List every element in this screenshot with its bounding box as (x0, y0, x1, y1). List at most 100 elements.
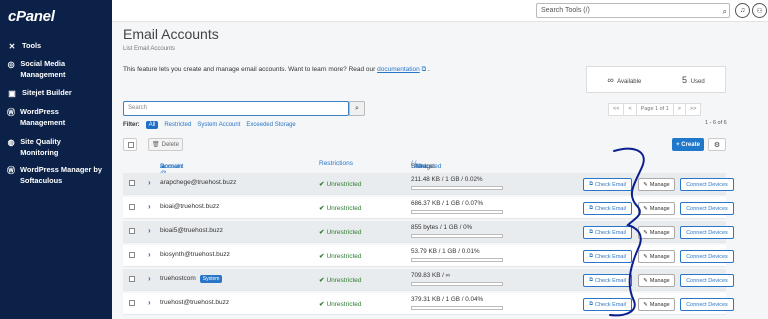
check-email-button[interactable]: ⧉ Check Email (583, 226, 632, 239)
check-icon: ✔ (319, 253, 325, 260)
cpanel-logo[interactable]: cPanel (8, 8, 55, 25)
row-checkbox[interactable] (129, 180, 135, 186)
wrench-icon: ✎ (643, 181, 648, 188)
filter-all[interactable]: All (145, 121, 159, 129)
restriction-status: ✔ Unrestricted (319, 253, 362, 260)
expand-chevron-icon[interactable]: › (148, 274, 151, 283)
account-stats: ∞ Available 5 Used (586, 66, 726, 93)
filter-label: Filter: (123, 122, 140, 128)
storage-usage: 53.79 KB / 1 GB / 0.01% (411, 248, 480, 255)
connect-devices-button[interactable]: Connect Devices (680, 202, 734, 215)
connect-devices-button[interactable]: Connect Devices (680, 178, 734, 191)
account-name: biosynth@truehost.buzz (160, 251, 230, 258)
table-row: › bioai5@truehost.buzz ✔ Unrestricted 855… (123, 221, 734, 243)
search-button[interactable]: ⌕ (349, 101, 365, 116)
table-row: › bioai@truehost.buzz ✔ Unrestricted 686.… (123, 197, 734, 219)
page-select[interactable]: Page 1 of 1 (635, 103, 674, 116)
create-button[interactable]: + Create (672, 138, 704, 151)
sidebar-item-wordpress-manager[interactable]: Ⓦ WordPress Manager by Softaculous (7, 164, 111, 186)
account-name: bioai5@truehost.buzz (160, 227, 223, 234)
wrench-icon: ✎ (643, 205, 648, 212)
sidebar-item-tools[interactable]: ✕ Tools (7, 40, 42, 51)
storage-progress-bar (411, 234, 503, 238)
connect-devices-button[interactable]: Connect Devices (680, 298, 734, 311)
manage-button[interactable]: ✎ Manage (638, 202, 675, 215)
storage-progress-bar (411, 210, 503, 214)
page-title: Email Accounts (123, 26, 219, 42)
external-link-icon: ⧉ (589, 181, 594, 187)
manage-button[interactable]: ✎ Manage (638, 226, 675, 239)
storage-progress-bar (411, 306, 503, 310)
delete-button[interactable]: 🗑 Delete (148, 138, 183, 151)
check-email-button[interactable]: ⧉ Check Email (583, 250, 632, 263)
connect-devices-button[interactable]: Connect Devices (680, 226, 734, 239)
connect-devices-button[interactable]: Connect Devices (680, 274, 734, 287)
manage-button[interactable]: ✎ Manage (638, 274, 675, 287)
first-page-button[interactable]: << (608, 103, 625, 116)
column-header-storage[interactable]: Storage: Used / Allocated / % (411, 160, 441, 170)
storage-usage: 379.31 KB / 1 GB / 0.04% (411, 296, 484, 303)
storage-usage: 211.48 KB / 1 GB / 0.02% (411, 176, 483, 183)
expand-chevron-icon[interactable]: › (148, 298, 151, 307)
filter-restricted[interactable]: Restricted (164, 122, 191, 128)
table-row: › truehost@truehost.buzz ✔ Unrestricted 3… (123, 293, 734, 315)
table-row: › arapchege@truehost.buzz ✔ Unrestricted … (123, 173, 734, 195)
storage-usage: 709.83 KB / ∞ (411, 272, 451, 279)
sidebar-item-sitejet[interactable]: ▣ Sitejet Builder (7, 87, 72, 98)
main-content: Search Tools (/) ⌕ ♫ ⚇ Email Accounts Li… (112, 0, 768, 319)
breadcrumb: List Email Accounts (123, 46, 176, 52)
intro-text: This feature lets you create and manage … (123, 66, 430, 73)
check-icon: ✔ (319, 301, 325, 308)
external-link-icon: ⧉ (589, 253, 594, 259)
sidebar-item-label: WordPress Management (20, 107, 66, 127)
site-quality-icon: ◍ (7, 137, 15, 147)
sidebar-item-label: Tools (22, 41, 42, 50)
manage-button[interactable]: ✎ Manage (638, 250, 675, 263)
search-icon: ⌕ (722, 7, 727, 16)
external-link-icon: ⧉ (589, 301, 594, 307)
row-checkbox[interactable] (129, 276, 135, 282)
sidebar-item-wordpress-management[interactable]: Ⓦ WordPress Management (7, 106, 87, 128)
expand-chevron-icon[interactable]: › (148, 250, 151, 259)
tools-icon: ✕ (8, 41, 16, 51)
expand-chevron-icon[interactable]: › (148, 202, 151, 211)
documentation-link[interactable]: documentation (377, 66, 420, 73)
table-row: › truehostcom System ✔ Unrestricted 709.83… (123, 269, 734, 291)
check-email-button[interactable]: ⧉ Check Email (583, 178, 632, 191)
account-name: truehostcom System (160, 275, 223, 283)
notifications-icon[interactable]: ♫ (735, 3, 750, 18)
sidebar-item-site-quality[interactable]: ◍ Site Quality Monitoring (7, 136, 87, 158)
user-icon[interactable]: ⚇ (752, 3, 767, 18)
connect-devices-button[interactable]: Connect Devices (680, 250, 734, 263)
storage-usage: 855 bytes / 1 GB / 0% (411, 224, 473, 231)
search-input[interactable]: Search (123, 101, 349, 116)
trash-icon: 🗑 (152, 142, 160, 148)
manage-button[interactable]: ✎ Manage (638, 178, 675, 191)
expand-chevron-icon[interactable]: › (148, 226, 151, 235)
expand-chevron-icon[interactable]: › (148, 178, 151, 187)
restriction-status: ✔ Unrestricted (319, 229, 362, 236)
select-all-checkbox[interactable] (123, 138, 137, 151)
search-tools-input[interactable]: Search Tools (/) ⌕ (536, 3, 730, 18)
row-checkbox[interactable] (129, 204, 135, 210)
settings-button[interactable]: ⚙ (708, 138, 726, 151)
infinity-icon: ∞ (607, 74, 614, 85)
storage-usage: 686.37 KB / 1 GB / 0.07% (411, 200, 484, 207)
used-stat: 5 Used (681, 74, 705, 85)
column-header-restrictions[interactable]: Restrictions (319, 160, 353, 167)
sidebar-item-label: Site Quality Monitoring (20, 137, 61, 157)
filter-exceeded-storage[interactable]: Exceeded Storage (246, 122, 295, 128)
check-email-button[interactable]: ⧉ Check Email (583, 274, 632, 287)
last-page-button[interactable]: >> (685, 103, 702, 116)
pagination: << < Page 1 of 1 > >> (608, 103, 702, 116)
manage-button[interactable]: ✎ Manage (638, 298, 675, 311)
row-checkbox[interactable] (129, 228, 135, 234)
sidebar-item-social-media[interactable]: ◎ Social Media Management (7, 58, 97, 80)
check-email-button[interactable]: ⧉ Check Email (583, 202, 632, 215)
external-link-icon: ⧉ (589, 229, 594, 235)
check-email-button[interactable]: ⧉ Check Email (583, 298, 632, 311)
filter-system-account[interactable]: System Account (197, 122, 240, 128)
sidebar-item-label: Sitejet Builder (22, 88, 72, 97)
row-checkbox[interactable] (129, 300, 135, 306)
row-checkbox[interactable] (129, 252, 135, 258)
